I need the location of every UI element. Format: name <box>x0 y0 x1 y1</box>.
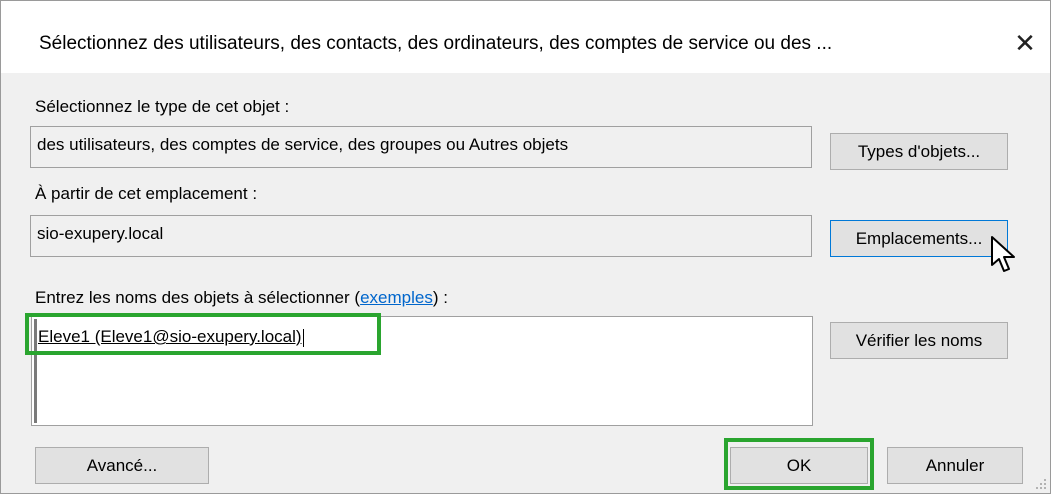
names-label-suffix: ) : <box>432 288 448 307</box>
check-names-button-label: Vérifier les noms <box>855 330 983 350</box>
names-label-prefix: Entrez les noms des objets à sélectionne… <box>35 288 361 307</box>
object-type-label: Sélectionnez le type de cet objet : <box>35 97 290 116</box>
location-label: À partir de cet emplacement : <box>35 184 258 203</box>
advanced-button[interactable]: Avancé... <box>35 447 209 484</box>
location-field: sio-exupery.local <box>30 215 812 257</box>
locations-button-label: Emplacements... <box>855 228 983 248</box>
examples-link[interactable]: exemples <box>360 288 433 307</box>
ok-button-label: OK <box>786 455 812 475</box>
object-names-text: Eleve1 (Eleve1@sio-exupery.local) <box>38 327 302 346</box>
close-icon: ✕ <box>1014 27 1036 58</box>
check-names-button[interactable]: Vérifier les noms <box>830 322 1008 359</box>
window-title: Sélectionnez des utilisateurs, des conta… <box>39 33 833 54</box>
input-inner-border <box>34 319 37 423</box>
text-caret <box>302 328 304 347</box>
names-label: Entrez les noms des objets à sélectionne… <box>35 288 448 308</box>
cancel-button[interactable]: Annuler <box>887 447 1023 484</box>
object-types-button[interactable]: Types d'objets... <box>830 133 1008 170</box>
locations-button[interactable]: Emplacements... <box>830 220 1008 257</box>
object-names-input[interactable]: Eleve1 (Eleve1@sio-exupery.local) <box>31 316 813 426</box>
resize-grip-icon[interactable] <box>1035 478 1047 490</box>
advanced-button-label: Avancé... <box>86 455 158 475</box>
object-type-field: des utilisateurs, des comptes de service… <box>30 126 812 168</box>
ok-button[interactable]: OK <box>730 447 868 484</box>
object-types-button-label: Types d'objets... <box>857 141 981 161</box>
location-value: sio-exupery.local <box>37 224 164 243</box>
object-names-value[interactable]: Eleve1 (Eleve1@sio-exupery.local) <box>38 327 304 347</box>
close-button[interactable]: ✕ <box>1005 23 1045 63</box>
select-objects-dialog: Sélectionnez des utilisateurs, des conta… <box>0 0 1051 494</box>
object-type-value: des utilisateurs, des comptes de service… <box>37 135 569 154</box>
title-bar: Sélectionnez des utilisateurs, des conta… <box>1 1 1050 73</box>
mouse-pointer-icon <box>991 236 1015 272</box>
cancel-button-label: Annuler <box>925 455 985 475</box>
